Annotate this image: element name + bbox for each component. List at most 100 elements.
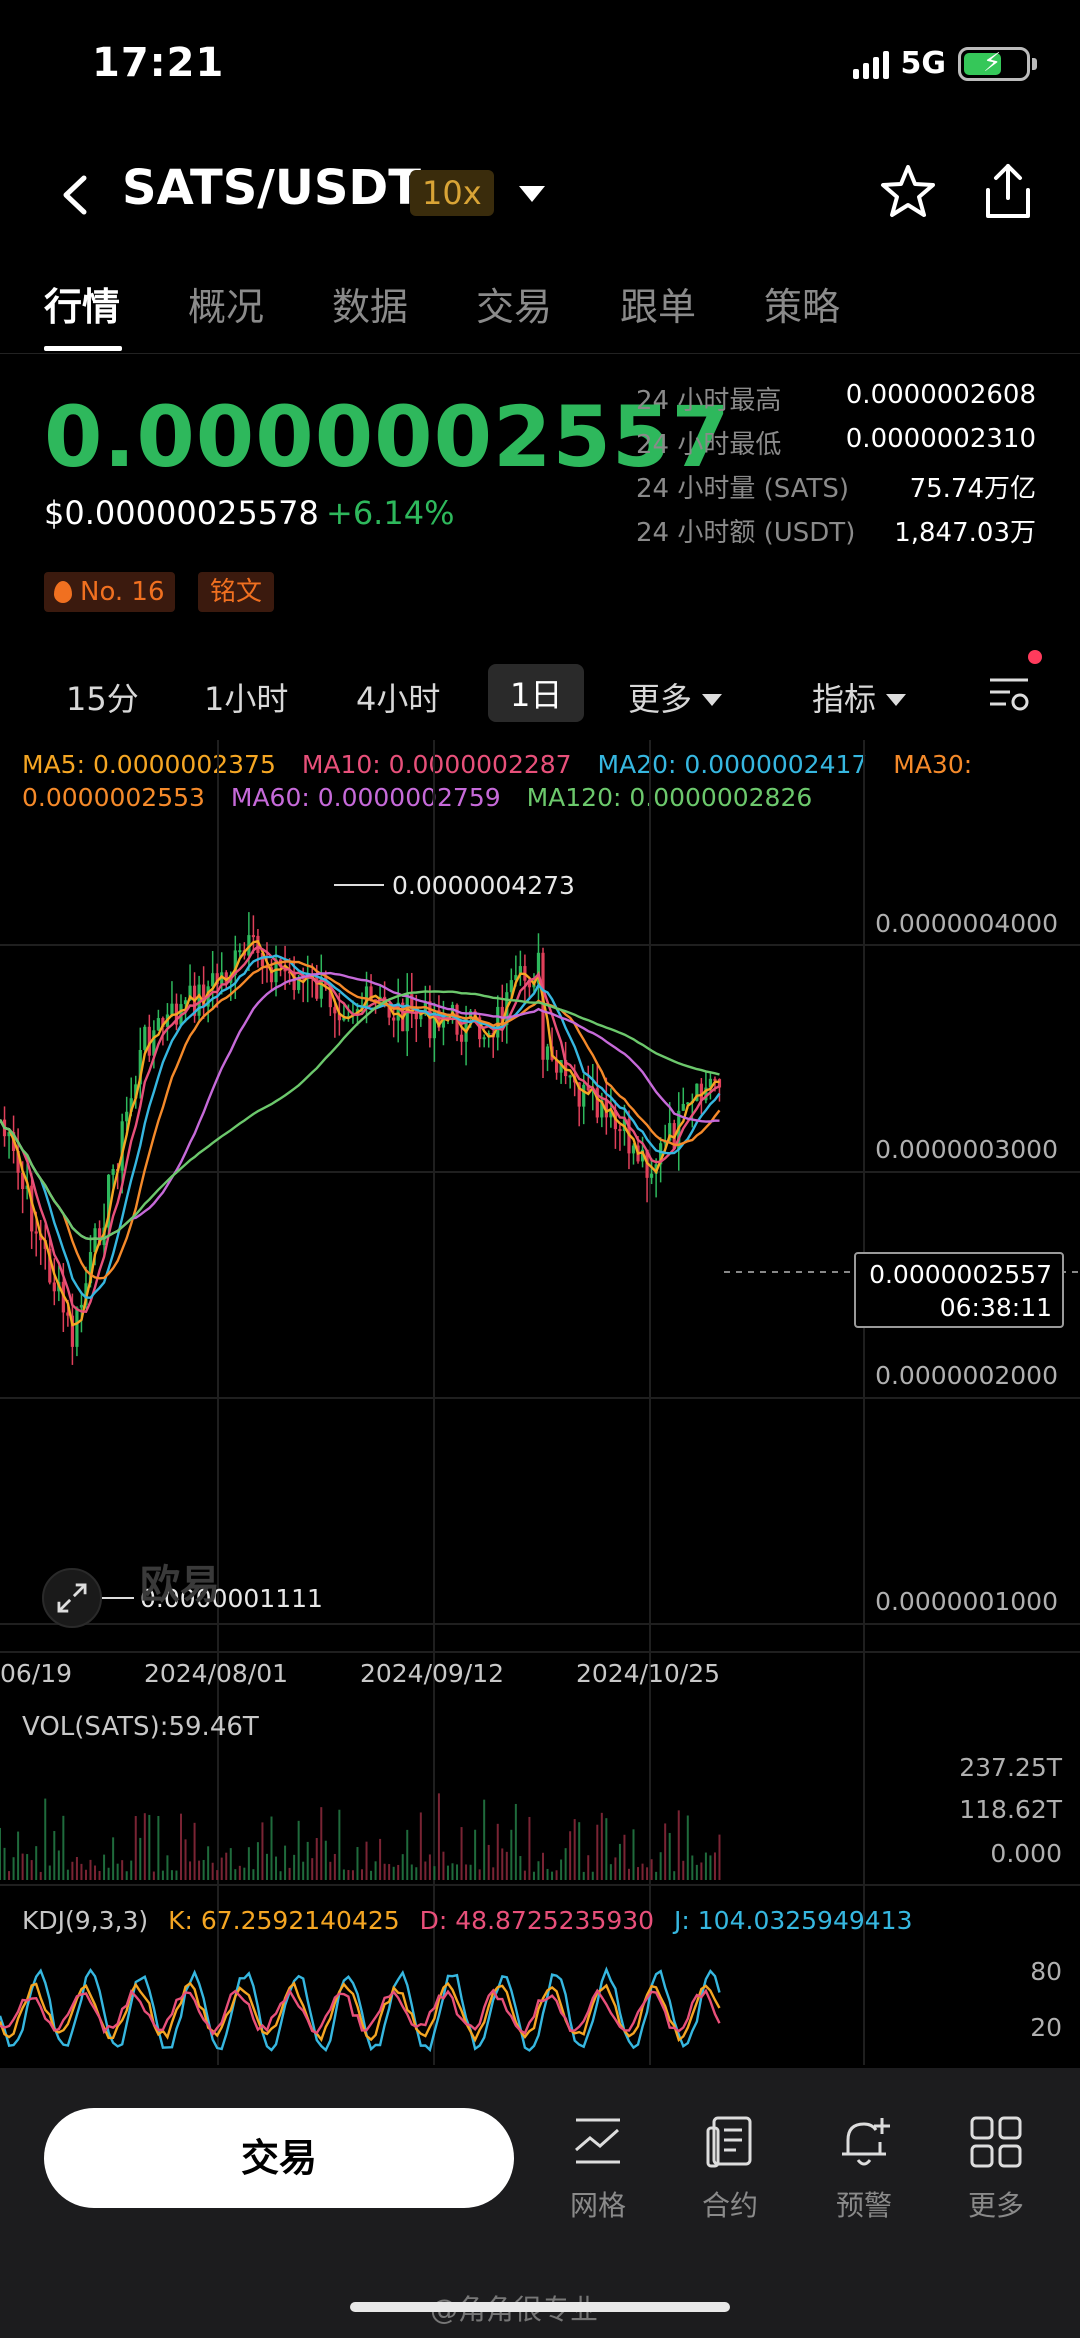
candle-body [197,984,201,1016]
current-price-value: 0.0000002557 [869,1260,1052,1289]
volume-bar [528,1816,531,1880]
volume-bar [704,1852,707,1880]
stat-row: 24 小时最高 0.0000002608 [636,380,1036,416]
candlestick-chart[interactable]: 0.0000004000 0.0000003000 0.0000002000 0… [0,740,1080,2065]
volume-bar [26,1854,29,1880]
nav-contract-label: 合约 [701,2189,758,2222]
pair-title[interactable]: SATS/USDT [122,160,421,216]
tab-trade[interactable]: 交易 [476,276,552,331]
trade-button[interactable]: 交易 [44,2108,514,2208]
nav-alert[interactable]: 预警 [814,2114,914,2224]
volume-bar [89,1859,92,1880]
favorite-star-icon[interactable] [878,162,938,222]
volume-bar [342,1869,345,1880]
volume-bar [596,1824,599,1880]
volume-bar [542,1852,544,1880]
current-price-label: 0.0000002557 06:38:11 [854,1252,1064,1328]
volume-bar [356,1847,359,1880]
volume-tick: 0.000 [990,1839,1062,1868]
candle-body [34,1231,38,1234]
volume-bar [609,1864,612,1880]
volume-bar [48,1865,51,1880]
tab-strategy[interactable]: 策略 [764,276,840,331]
volume-bar [605,1818,608,1880]
price-tick: 0.0000003000 [875,1135,1058,1164]
volume-bar [437,1793,440,1880]
volume-bar [75,1856,78,1880]
volume-bar [456,1864,459,1880]
volume-bar [677,1810,680,1880]
candle-body [650,1173,654,1178]
candle-body [238,950,242,953]
nav-contract[interactable]: 合约 [680,2114,780,2224]
back-icon[interactable] [52,170,102,220]
candle-body [545,1046,550,1060]
timeframe-more[interactable]: 更多 [628,674,723,720]
indicators-dropdown[interactable]: 指标 [812,674,907,720]
volume-bar [0,1827,1,1880]
volume-bar [98,1870,101,1880]
volume-bar [333,1853,336,1880]
exchange-watermark: 欧易 [140,1562,220,1608]
timeframe-1d[interactable]: 1日 [488,664,585,722]
candle-body [143,1026,147,1050]
volume-bar [175,1870,178,1880]
tab-overview[interactable]: 概况 [188,276,264,331]
timeframe-1h[interactable]: 1小时 [204,674,288,720]
volume-bar [582,1871,585,1880]
share-icon[interactable] [978,160,1038,222]
volume-bar [532,1871,535,1880]
tab-market[interactable]: 行情 [44,276,120,331]
volume-bar [383,1863,386,1880]
volume-bar [668,1832,671,1880]
price-change: +6.14% [326,494,455,532]
volume-bar [180,1813,182,1880]
volume-bar [170,1870,173,1880]
volume-bar [365,1841,368,1880]
flame-icon [54,581,72,603]
volume-bar [646,1867,649,1880]
price-tick: 0.0000004000 [875,909,1058,938]
candle-body [713,1078,717,1081]
more-grid-icon [970,2116,1022,2168]
expand-icon[interactable] [42,1568,102,1628]
volume-bar [302,1861,305,1880]
tab-data[interactable]: 数据 [332,276,408,331]
volume-bar [555,1870,558,1880]
kdj-name: KDJ(9,3,3) [22,1906,149,1935]
volume-bar [655,1871,658,1880]
grid-trading-icon [575,2118,620,2164]
nav-grid[interactable]: 网格 [548,2114,648,2224]
rank-badge[interactable]: No. 16 [44,572,175,612]
volume-bar [247,1847,250,1880]
notification-dot [1028,650,1042,664]
chart-settings-icon[interactable] [988,674,1030,714]
volume-bar [71,1861,74,1880]
volume-bar [569,1831,572,1880]
price-tick: 0.0000002000 [875,1361,1058,1390]
stat-row: 24 小时额 (USDT) 1,847.03万 [636,518,1036,548]
volume-bar [641,1863,644,1880]
volume-bar [225,1852,228,1880]
last-price: 0.0000002557 [44,388,731,486]
timeframe-15m[interactable]: 15分 [66,674,139,720]
volume-bar [469,1864,472,1880]
candle-body [75,1307,79,1347]
date-tick: 2024/10/25 [576,1659,720,1688]
candle-body [496,1006,500,1038]
volume-bar [650,1859,653,1880]
volume-bar [166,1855,169,1880]
volume-bar [415,1867,418,1880]
timeframe-4h[interactable]: 4小时 [356,674,440,720]
volume-bar [442,1851,445,1880]
volume-bar [478,1869,481,1880]
volume-bar [673,1871,676,1880]
nav-more[interactable]: 更多 [946,2114,1046,2224]
volume-bar [116,1863,119,1880]
chevron-down-icon[interactable] [515,180,549,208]
category-badge[interactable]: 铭文 [198,572,275,612]
tab-copy-trading[interactable]: 跟单 [620,276,696,331]
volume-bar [659,1852,662,1880]
volume-bar [686,1815,689,1880]
volume-bar [537,1861,540,1880]
